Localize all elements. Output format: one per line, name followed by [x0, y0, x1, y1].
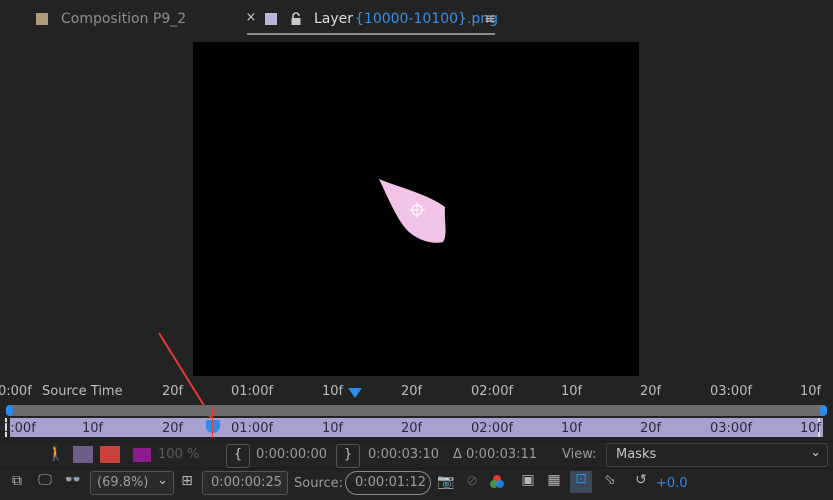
ruler-tick: 20f	[162, 384, 184, 399]
zoom-select[interactable]: (69.8%) ⌄	[90, 471, 174, 495]
duration-time: Δ 0:00:03:11	[453, 447, 538, 462]
ruler-tick: 20f	[640, 384, 662, 399]
timeline-start-label: 0:00f	[2, 421, 36, 436]
ruler-tick: 02:00f	[471, 384, 514, 399]
view-select[interactable]: Masks ⌄	[606, 443, 828, 467]
overlay-edit-button[interactable]	[100, 446, 120, 463]
active-tab-indicator	[247, 33, 495, 35]
source-time-field[interactable]: 0:00:01:12	[345, 471, 431, 495]
source-time-value: 0:00:01:12	[355, 475, 427, 490]
in-point-time[interactable]: 0:00:00:00	[256, 447, 327, 462]
reset-exposure-icon[interactable]: ↺	[632, 472, 650, 488]
camera-icon[interactable]: 📷	[436, 474, 456, 490]
tab-layer-prefix[interactable]: Layer	[314, 11, 353, 27]
current-timecode[interactable]: 0:00:00:25	[202, 471, 288, 495]
ruler-tick: 20f	[401, 384, 423, 399]
always-preview-icon[interactable]: ⧉	[8, 473, 26, 489]
ruler-tick: 10f	[322, 384, 344, 399]
mask-icon[interactable]: 👓	[62, 472, 84, 488]
ruler-start-label: 0:00f	[0, 384, 32, 399]
ruler-tick: 03:00f	[710, 384, 753, 399]
view-label: View:	[562, 447, 597, 462]
source-time-marker[interactable]	[348, 388, 362, 398]
monitor-icon[interactable]: 🖵	[36, 472, 54, 488]
source-label: Source:	[294, 476, 344, 491]
draft-3d-icon[interactable]: ⬂	[600, 472, 620, 488]
timeline-tick: 10f	[561, 421, 583, 436]
timeline-tick: 02:00f	[471, 421, 514, 436]
transparency-grid-icon[interactable]: ▦	[545, 472, 563, 488]
bottom-toolbar-divider	[0, 468, 833, 469]
timeline-tick: 03:00f	[710, 421, 753, 436]
timecode-value: 0:00:00:25	[211, 475, 283, 490]
exposure-value[interactable]: +0.0	[656, 476, 688, 491]
tab-layer-filename[interactable]: {10000-10100}.png	[355, 11, 498, 27]
timeline-tick: 10f	[800, 421, 822, 436]
work-area-end-handle[interactable]	[820, 405, 827, 416]
layer-viewer[interactable]	[193, 42, 639, 376]
work-area-start-handle[interactable]	[6, 405, 13, 416]
region-of-interest-icon[interactable]: ▣	[519, 472, 537, 488]
out-point-time[interactable]: 0:00:03:10	[368, 447, 439, 462]
mask-path-visibility-icon[interactable]: ⊡	[570, 471, 592, 493]
panel-menu-icon[interactable]: ≡	[484, 11, 496, 27]
zoom-value: (69.8%)	[97, 475, 149, 490]
composition-color-swatch	[36, 13, 48, 25]
ruler-tick: 10f	[561, 384, 583, 399]
ruler-tick: 01:00f	[231, 384, 274, 399]
timeline-tick: 10f	[82, 421, 104, 436]
show-snapshot-icon[interactable]: ⊘	[463, 473, 481, 489]
walk-icon[interactable]: 🚶	[47, 446, 64, 462]
set-out-point-button[interactable]: }	[336, 444, 360, 468]
set-in-point-button[interactable]: {	[226, 444, 250, 468]
close-tab-icon[interactable]: ×	[245, 10, 257, 25]
lock-icon[interactable]	[290, 12, 302, 26]
timeline-tick: 20f	[401, 421, 423, 436]
label-color-swatch[interactable]	[133, 448, 151, 462]
resolution-grid-icon[interactable]: ⊞	[178, 473, 196, 489]
timeline-tick: 10f	[322, 421, 344, 436]
viewer-canvas	[379, 179, 446, 243]
ruler-tick: 10f	[800, 384, 822, 399]
source-time-label: Source Time	[42, 384, 123, 399]
opacity-value: 100 %	[158, 447, 200, 462]
tab-composition[interactable]: Composition P9_2	[61, 11, 186, 27]
chevron-down-icon: ⌄	[810, 445, 821, 460]
timeline-tick: 01:00f	[231, 421, 274, 436]
work-area-bar[interactable]	[10, 405, 823, 416]
layer-color-swatch	[265, 13, 277, 25]
color-channels-icon[interactable]	[487, 472, 507, 492]
timeline-tick: 20f	[162, 421, 184, 436]
chevron-down-icon: ⌄	[157, 473, 168, 488]
control-row-divider	[0, 441, 833, 442]
ripple-insert-button[interactable]	[73, 446, 93, 463]
current-time-line	[212, 408, 213, 438]
timeline-tick: 20f	[640, 421, 662, 436]
view-select-value: Masks	[616, 447, 657, 462]
